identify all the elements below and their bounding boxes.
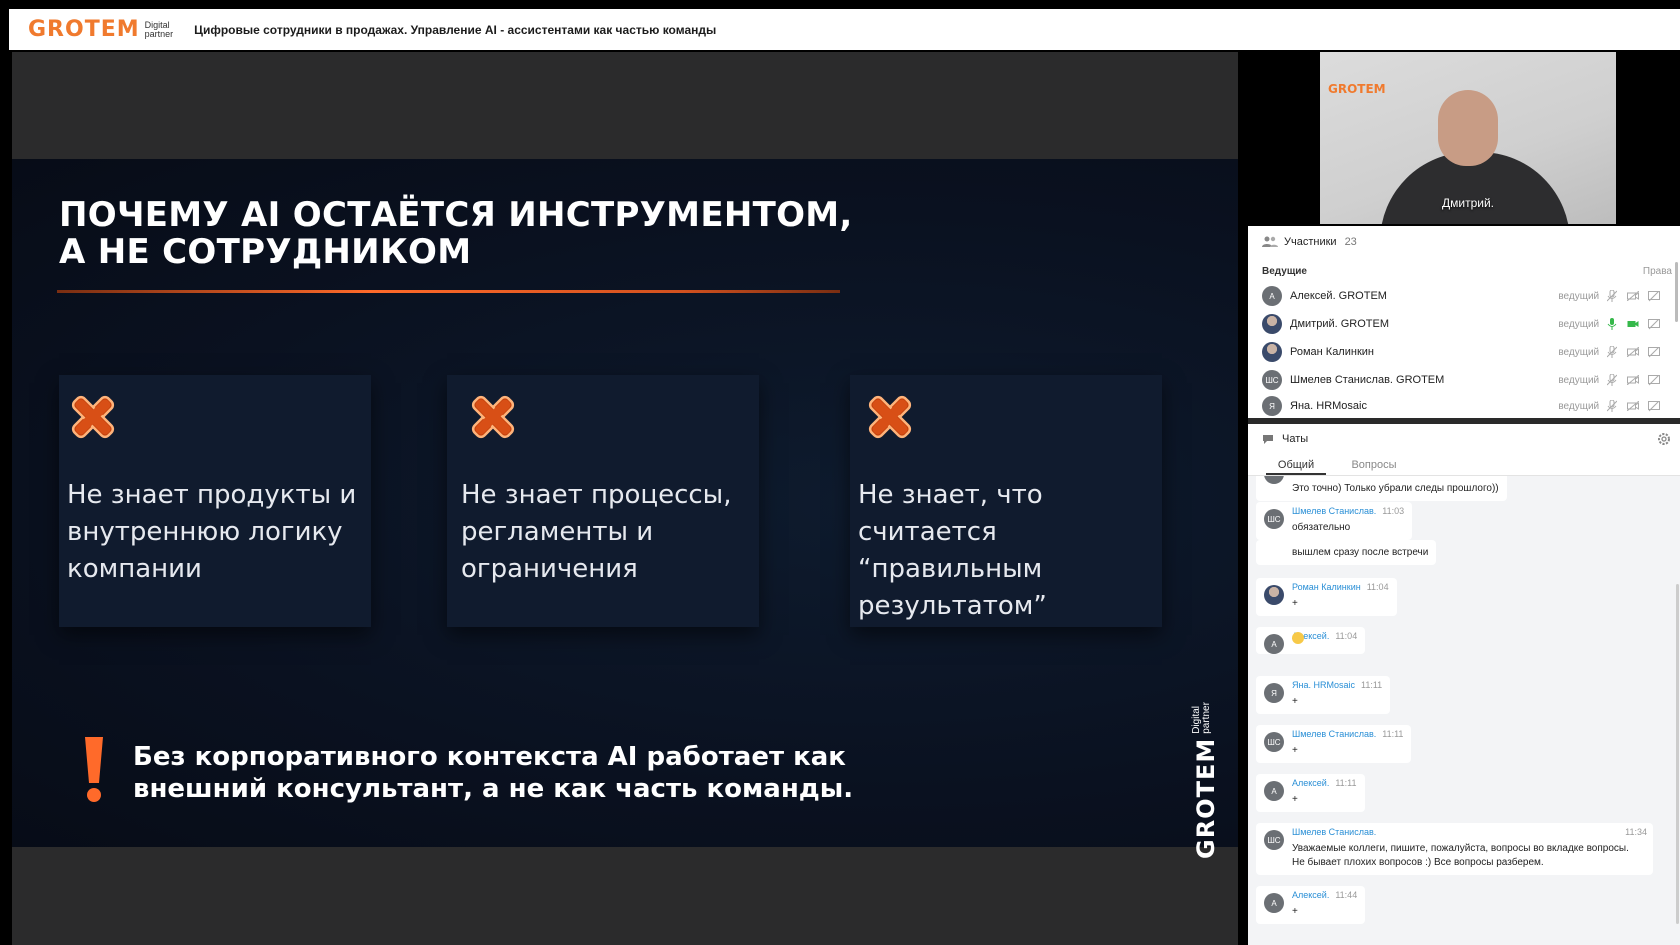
- logo-word: GROTEM: [28, 17, 140, 42]
- participant-row[interactable]: Дмитрий. GROTEM ведущий: [1262, 312, 1662, 336]
- participants-scrollbar[interactable]: [1675, 262, 1678, 322]
- participants-count: 23: [1344, 236, 1357, 248]
- screen-share-icon[interactable]: [1646, 399, 1662, 413]
- top-bar: GROTEM Digital partner Цифровые сотрудни…: [9, 9, 1680, 50]
- webinar-title: Цифровые сотрудники в продажах. Управлен…: [194, 22, 717, 37]
- participant-row[interactable]: Я Яна. HRMosaic ведущий: [1262, 396, 1662, 416]
- slide-title: ПОЧЕМУ AI ОСТАЁТСЯ ИНСТРУМЕНТОМ, А НЕ СО…: [59, 195, 853, 272]
- chat-header: Чаты: [1248, 424, 1680, 454]
- participants-header[interactable]: Участники 23: [1262, 236, 1357, 248]
- tab-general[interactable]: Общий: [1266, 454, 1326, 475]
- cross-icon: [71, 395, 115, 439]
- cross-icon: [471, 395, 515, 439]
- point-card-2: Не знает процессы, регламенты и ограниче…: [447, 375, 759, 627]
- chat-message: А Алексей. 11:04: [1256, 627, 1366, 654]
- participants-panel: Участники 23 Ведущие Права А Алексей. GR…: [1248, 226, 1680, 418]
- participant-row[interactable]: А Алексей. GROTEM ведущий: [1262, 284, 1662, 308]
- chat-message: Роман Калинкин 11:04 +: [1256, 578, 1397, 616]
- camera-off-icon[interactable]: [1625, 373, 1641, 387]
- chat-message: Я Яна. HRMosaic 11:11 +: [1256, 676, 1391, 714]
- participants-label: Участники: [1284, 236, 1337, 248]
- avatar: А: [1262, 286, 1282, 306]
- hosts-section-label: Ведущие: [1262, 266, 1307, 277]
- video-logo: GROTEM: [1328, 82, 1386, 96]
- exclamation-icon: [85, 737, 103, 802]
- point-card-3: Не знает, что считается “правильным резу…: [850, 375, 1162, 627]
- point-card-1: Не знает продукты и внутреннюю логику ко…: [59, 375, 371, 627]
- screen-share-icon[interactable]: [1646, 373, 1662, 387]
- tab-questions[interactable]: Вопросы: [1344, 454, 1404, 475]
- screen-share-icon[interactable]: [1646, 317, 1662, 331]
- chat-bubble-icon: [1263, 434, 1273, 444]
- presentation-area: ПОЧЕМУ AI ОСТАЁТСЯ ИНСТРУМЕНТОМ, А НЕ СО…: [12, 52, 1238, 945]
- card-text: Не знает продукты и внутреннюю логику ко…: [67, 480, 357, 584]
- card-text: Не знает, что считается “правильным резу…: [858, 480, 1047, 621]
- screen-share-icon[interactable]: [1646, 289, 1662, 303]
- mic-muted-icon[interactable]: [1604, 345, 1620, 359]
- chat-tabs: Общий Вопросы: [1248, 454, 1680, 476]
- chat-messages: Это точно) Только убрали следы прошлого)…: [1248, 476, 1680, 945]
- speaker-video[interactable]: GROTEM Дмитрий.: [1248, 50, 1680, 226]
- camera-off-icon[interactable]: [1625, 399, 1641, 413]
- title-underline: [57, 290, 840, 293]
- mic-muted-icon[interactable]: [1604, 289, 1620, 303]
- chat-message: ШС Шмелев Станислав. 11:03 обязательно: [1256, 502, 1413, 540]
- card-text: Не знает процессы, регламенты и ограниче…: [461, 480, 732, 584]
- mic-muted-icon[interactable]: [1604, 399, 1620, 413]
- mic-on-icon[interactable]: [1604, 317, 1620, 331]
- rights-label: Права: [1642, 266, 1672, 277]
- camera-on-icon[interactable]: [1625, 317, 1641, 331]
- chat-scrollbar[interactable]: [1676, 584, 1679, 924]
- vertical-logo: GROTEM Digital partner: [1191, 702, 1220, 859]
- chat-message: А Алексей. 11:11 +: [1256, 774, 1365, 812]
- chat-panel: Чаты Общий Вопросы Это точно) Только убр…: [1248, 424, 1680, 945]
- gear-icon[interactable]: [1656, 431, 1672, 447]
- screen-share-icon[interactable]: [1646, 345, 1662, 359]
- slide: ПОЧЕМУ AI ОСТАЁТСЯ ИНСТРУМЕНТОМ, А НЕ СО…: [12, 159, 1238, 859]
- smile-emoji-icon: [1292, 632, 1304, 644]
- chat-message: ШС Шмелев Станислав. 11:11 +: [1256, 725, 1412, 763]
- avatar: ШС: [1262, 370, 1282, 390]
- users-icon: [1262, 236, 1278, 247]
- logo-subtitle: Digital partner: [144, 19, 174, 39]
- chat-message: ШС Шмелев Станислав. 11:34 Уважаемые кол…: [1256, 823, 1653, 875]
- participant-row[interactable]: Роман Калинкин ведущий: [1262, 340, 1662, 364]
- avatar: [1262, 314, 1282, 334]
- app-window: GROTEM Digital partner Цифровые сотрудни…: [0, 0, 1680, 945]
- mic-muted-icon[interactable]: [1604, 373, 1620, 387]
- speaker-name: Дмитрий.: [1442, 196, 1494, 210]
- avatar: Я: [1262, 396, 1282, 416]
- cross-icon: [868, 395, 912, 439]
- participant-row[interactable]: ШС Шмелев Станислав. GROTEM ведущий: [1262, 368, 1662, 392]
- avatar: [1262, 342, 1282, 362]
- side-panel: GROTEM Дмитрий. Участники 23 Ведущие Пра…: [1248, 50, 1680, 945]
- chat-label: Чаты: [1282, 433, 1309, 445]
- chat-message: вышлем сразу после встречи: [1256, 540, 1437, 565]
- grotem-logo: GROTEM Digital partner: [28, 17, 173, 42]
- camera-off-icon[interactable]: [1625, 345, 1641, 359]
- chat-message: А Алексей. 11:44 +: [1256, 886, 1366, 924]
- camera-off-icon[interactable]: [1625, 289, 1641, 303]
- chat-message: Это точно) Только убрали следы прошлого)…: [1256, 476, 1507, 501]
- key-message: Без корпоративного контекста AI работает…: [133, 742, 854, 804]
